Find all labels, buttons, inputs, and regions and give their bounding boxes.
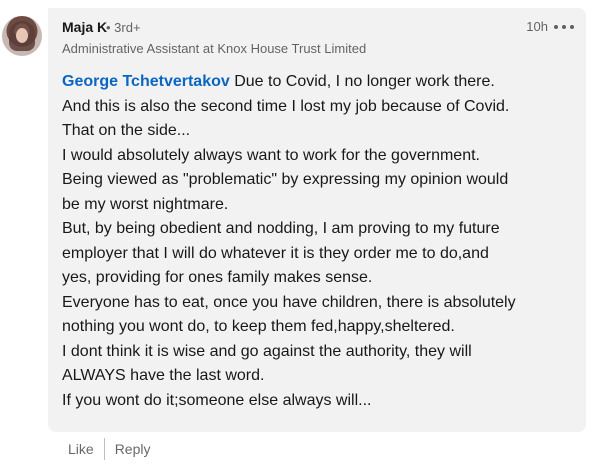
comment-timestamp: 10h [526, 19, 548, 34]
comment-line: That on the side... [62, 122, 191, 139]
comment-line: ALWAYS have the last word. [62, 367, 265, 384]
avatar[interactable] [2, 16, 42, 56]
comment-line: Being viewed as "problematic" by express… [62, 171, 509, 188]
comment-line: I dont think it is wise and go against t… [62, 342, 472, 360]
comment-text: Due to Covid, I no longer work there. [229, 73, 495, 90]
like-button[interactable]: Like [48, 436, 100, 462]
comment-actions: Like Reply [48, 436, 156, 462]
author-headline: Administrative Assistant at Knox House T… [62, 41, 367, 56]
more-options-icon[interactable] [554, 19, 574, 35]
comment-line: George Tchetvertakov Due to Covid, I no … [62, 70, 572, 95]
comment-line: nothing you wont do, to keep them fed,ha… [62, 318, 455, 335]
connection-degree: • 3rd+ [106, 20, 141, 35]
comment-line: employer that I will do whatever it is t… [62, 244, 489, 262]
comment-line: I would absolutely always want to work f… [62, 146, 480, 164]
author-name[interactable]: Maja K [62, 19, 107, 35]
action-divider [103, 438, 105, 460]
comment-bubble: Maja K • 3rd+ 10h Administrative Assista… [48, 8, 586, 432]
comment-line: Everyone has to eat, once you have child… [62, 293, 516, 311]
reply-button[interactable]: Reply [109, 436, 157, 462]
comment-line: If you wont do it;someone else always wi… [62, 391, 372, 409]
comment-body: George Tchetvertakov Due to Covid, I no … [62, 70, 572, 413]
comment-line: be my worst nightmare. [62, 195, 229, 213]
avatar-face [16, 28, 28, 43]
comment-line: And this is also the second time I lost … [62, 97, 510, 115]
comment-line: yes, providing for ones family makes sen… [62, 269, 373, 286]
comment-line: But, by being obedient and nodding, I am… [62, 220, 500, 237]
mention-link[interactable]: George Tchetvertakov [62, 73, 230, 90]
